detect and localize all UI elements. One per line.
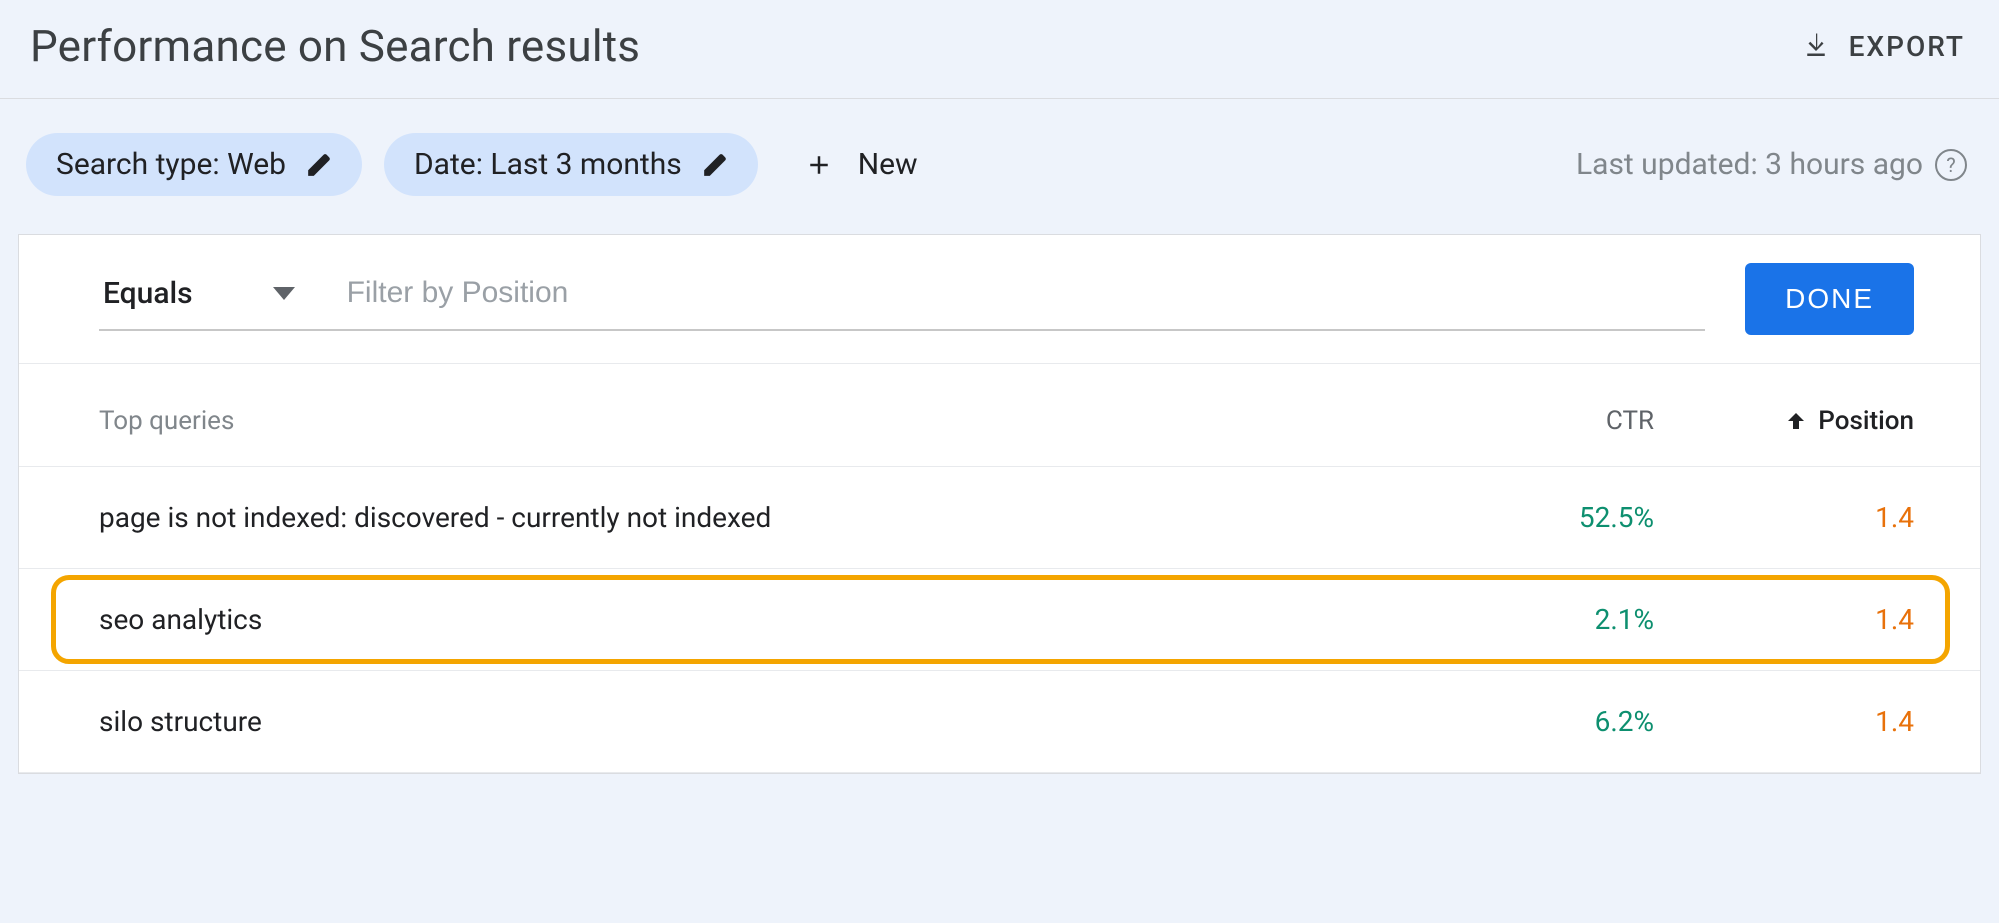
position-cell: 1.4	[1654, 603, 1914, 636]
column-header-position[interactable]: Position	[1654, 406, 1914, 436]
date-label: Date: Last 3 months	[414, 147, 682, 182]
operator-dropdown[interactable]: Equals	[99, 268, 299, 319]
new-label: New	[858, 147, 918, 182]
query-cell: seo analytics	[99, 603, 1454, 636]
export-button[interactable]: EXPORT	[1801, 30, 1965, 63]
filter-bar: Equals DONE	[19, 235, 1980, 335]
filter-controls: Equals	[99, 268, 1705, 331]
column-header-ctr[interactable]: CTR	[1454, 406, 1654, 436]
filters-row: Search type: Web Date: Last 3 months New…	[0, 99, 1999, 234]
date-chip[interactable]: Date: Last 3 months	[384, 133, 758, 196]
last-updated-text: Last updated: 3 hours ago	[1576, 147, 1923, 182]
position-filter-input[interactable]	[347, 276, 1666, 310]
chevron-down-icon	[273, 287, 295, 300]
table-row[interactable]: silo structure6.2%1.4	[19, 671, 1980, 773]
results-card: Equals DONE Top queries CTR Position pag…	[18, 234, 1981, 774]
search-type-label: Search type: Web	[56, 147, 286, 182]
query-cell: page is not indexed: discovered - curren…	[99, 501, 1454, 534]
plus-icon	[804, 150, 834, 180]
pencil-icon	[306, 152, 332, 178]
operator-label: Equals	[103, 276, 193, 311]
table-body: page is not indexed: discovered - curren…	[19, 467, 1980, 773]
position-cell: 1.4	[1654, 705, 1914, 738]
position-cell: 1.4	[1654, 501, 1914, 534]
table-header: Top queries CTR Position	[19, 363, 1980, 467]
table-row[interactable]: seo analytics2.1%1.4	[19, 569, 1980, 671]
done-button[interactable]: DONE	[1745, 263, 1914, 335]
ctr-cell: 52.5%	[1454, 501, 1654, 534]
ctr-cell: 2.1%	[1454, 603, 1654, 636]
table-row[interactable]: page is not indexed: discovered - curren…	[19, 467, 1980, 569]
search-type-chip[interactable]: Search type: Web	[26, 133, 362, 196]
arrow-up-icon	[1784, 409, 1808, 433]
export-label: EXPORT	[1849, 30, 1965, 63]
query-cell: silo structure	[99, 705, 1454, 738]
column-header-query[interactable]: Top queries	[99, 406, 1454, 436]
pencil-icon	[702, 152, 728, 178]
download-icon	[1801, 31, 1831, 61]
page-header: Performance on Search results EXPORT	[0, 0, 1999, 99]
last-updated: Last updated: 3 hours ago ?	[1576, 147, 1967, 182]
ctr-cell: 6.2%	[1454, 705, 1654, 738]
help-icon[interactable]: ?	[1935, 149, 1967, 181]
add-filter-button[interactable]: New	[804, 147, 918, 182]
position-header-label: Position	[1818, 406, 1914, 436]
page-title: Performance on Search results	[30, 20, 640, 72]
